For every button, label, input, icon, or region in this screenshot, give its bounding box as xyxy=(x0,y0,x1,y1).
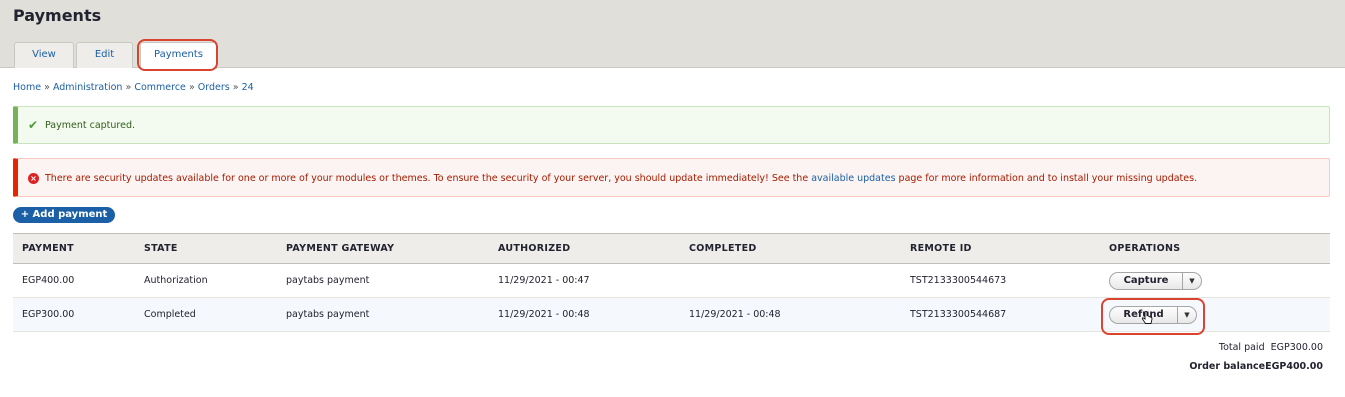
breadcrumb-order-24[interactable]: 24 xyxy=(242,82,254,93)
available-updates-link[interactable]: available updates xyxy=(811,173,895,184)
breadcrumb-separator: » xyxy=(188,82,195,93)
chevron-down-icon[interactable]: ▼ xyxy=(1178,307,1196,323)
page-header: Payments View Edit Payments xyxy=(0,0,1345,69)
capture-dropbutton: Capture ▼ xyxy=(1109,271,1202,290)
error-message-text: There are security updates available for… xyxy=(45,173,1197,184)
breadcrumb-separator: » xyxy=(125,82,132,93)
cell-payment: EGP300.00 xyxy=(22,309,75,320)
table-row: EGP300.00 Completed paytabs payment 11/2… xyxy=(13,297,1330,332)
header-operations: OPERATIONS xyxy=(1100,233,1330,264)
status-message-text: Payment captured. xyxy=(45,120,136,131)
chevron-down-icon[interactable]: ▼ xyxy=(1183,273,1201,289)
total-paid-label: Total paid xyxy=(1218,342,1265,353)
total-paid-value: EGP300.00 xyxy=(1270,342,1323,353)
cell-state: Completed xyxy=(144,309,196,320)
error-message: × There are security updates available f… xyxy=(13,158,1330,197)
header-payment: PAYMENT xyxy=(13,233,135,264)
order-totals: Total paid EGP300.00 Order balanceEGP400… xyxy=(1189,342,1323,380)
total-paid-row: Total paid EGP300.00 xyxy=(1189,342,1323,361)
table-row: EGP400.00 Authorization paytabs payment … xyxy=(13,264,1330,298)
tab-payments[interactable]: Payments xyxy=(140,42,217,69)
cell-authorized: 11/29/2021 - 00:48 xyxy=(498,309,590,320)
header-remote-id: REMOTE ID xyxy=(901,233,1100,264)
cell-gateway: paytabs payment xyxy=(286,309,370,320)
breadcrumb-separator: » xyxy=(232,82,239,93)
cell-payment: EGP400.00 xyxy=(22,275,75,286)
tab-view[interactable]: View xyxy=(14,42,74,68)
checkmark-icon: ✔ xyxy=(28,118,39,132)
order-balance-row: Order balanceEGP400.00 xyxy=(1189,361,1323,380)
cell-operations: Capture ▼ xyxy=(1100,264,1330,298)
order-balance-label: Order balance xyxy=(1189,361,1266,372)
error-circle-icon: × xyxy=(28,173,39,184)
tab-edit[interactable]: Edit xyxy=(76,42,133,68)
refund-button[interactable]: Refund xyxy=(1110,306,1178,323)
breadcrumb-home[interactable]: Home xyxy=(13,82,41,93)
table-header-row: PAYMENT STATE PAYMENT GATEWAY AUTHORIZED… xyxy=(13,233,1330,264)
status-message: ✔ Payment captured. xyxy=(13,106,1330,144)
order-balance-value: EGP400.00 xyxy=(1265,361,1323,372)
add-payment-button[interactable]: + Add payment xyxy=(13,207,115,223)
breadcrumb-commerce[interactable]: Commerce xyxy=(134,82,186,93)
header-state: STATE xyxy=(135,233,277,264)
cell-completed: 11/29/2021 - 00:48 xyxy=(689,309,781,320)
payments-table: PAYMENT STATE PAYMENT GATEWAY AUTHORIZED… xyxy=(13,233,1330,332)
error-text-after: page for more information and to install… xyxy=(895,173,1198,184)
cell-operations: Refund ▼ xyxy=(1100,298,1330,332)
breadcrumb-administration[interactable]: Administration xyxy=(53,82,123,93)
capture-button[interactable]: Capture xyxy=(1110,272,1183,289)
cell-remote-id: TST2133300544687 xyxy=(910,309,1007,320)
page-title: Payments xyxy=(13,6,102,25)
header-payment-gateway: PAYMENT GATEWAY xyxy=(277,233,489,264)
refund-dropbutton: Refund ▼ xyxy=(1109,305,1197,324)
error-text-before: There are security updates available for… xyxy=(45,173,812,184)
breadcrumb-orders[interactable]: Orders xyxy=(198,82,230,93)
cell-state: Authorization xyxy=(144,275,208,286)
cell-remote-id: TST2133300544673 xyxy=(910,275,1007,286)
header-completed: COMPLETED xyxy=(680,233,901,264)
header-authorized: AUTHORIZED xyxy=(489,233,680,264)
cell-completed xyxy=(680,264,901,298)
breadcrumb-separator: » xyxy=(44,82,50,93)
cell-authorized: 11/29/2021 - 00:47 xyxy=(498,275,590,286)
breadcrumb: Home » Administration » Commerce » Order… xyxy=(13,82,254,93)
cell-gateway: paytabs payment xyxy=(286,275,370,286)
